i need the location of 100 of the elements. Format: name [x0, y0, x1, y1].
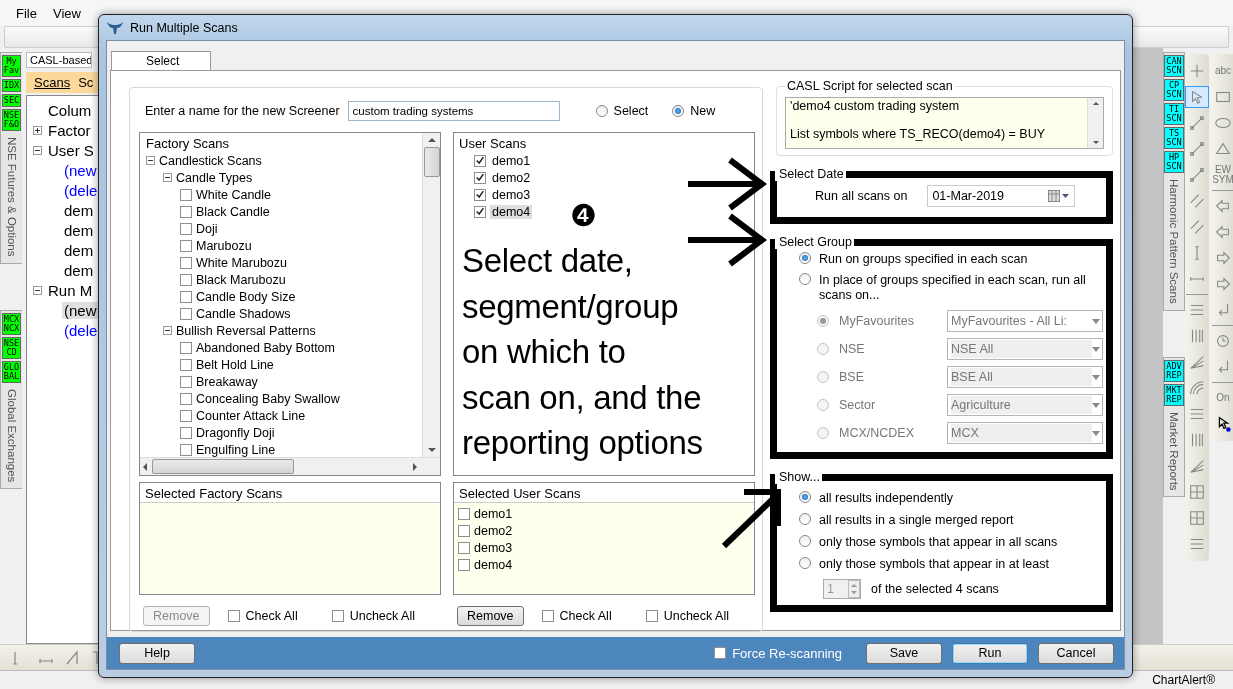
tree-item[interactable]: Belt Hold Line: [196, 357, 274, 372]
pointer-icon[interactable]: [1185, 86, 1209, 108]
side-tab[interactable]: ADV REP MKT REP Market Reports: [1163, 356, 1185, 498]
scroll-right-icon[interactable]: [410, 461, 420, 472]
radio-button[interactable]: [595, 105, 608, 117]
shortcut-badge[interactable]: GLOBAL: [1, 360, 22, 383]
scroll-down-icon[interactable]: [426, 445, 437, 455]
collapse-icon[interactable]: [163, 173, 172, 182]
tree-item[interactable]: (dele: [62, 181, 100, 199]
checkbox[interactable]: [180, 392, 192, 405]
side-tab[interactable]: CAN SCN CP SCN TI SCN TS SCN HP SCN Harmonic Pattern Scans: [1163, 52, 1185, 311]
radio-button[interactable]: [799, 491, 811, 503]
dialog-button[interactable]: Save: [866, 642, 942, 664]
checkbox[interactable]: [458, 558, 470, 571]
shortcut-badge[interactable]: MCX NCX: [1, 312, 22, 335]
shortcut-badge[interactable]: NSE F&O: [1, 109, 22, 131]
checkbox[interactable]: [180, 409, 192, 422]
shortcut-badge[interactable]: NSE CD: [1, 336, 22, 359]
list-item[interactable]: demo3: [474, 540, 513, 555]
tree-item[interactable]: Colum: [46, 101, 94, 119]
radio-button[interactable]: [799, 557, 811, 569]
checkbox[interactable]: [458, 507, 470, 520]
scroll-thumb[interactable]: [423, 147, 440, 177]
tree-item[interactable]: Candle Body Size: [196, 289, 296, 304]
tool-button[interactable]: EW SYM: [1211, 164, 1233, 186]
tree-item[interactable]: (new: [62, 301, 99, 319]
tree-item[interactable]: Abandoned Baby Bottom: [196, 340, 335, 355]
checkbox[interactable]: [180, 290, 192, 303]
tree-item[interactable]: Candlestick Scans: [159, 153, 262, 168]
tree-item[interactable]: Breakaway: [196, 374, 258, 389]
tree-item[interactable]: Doji: [196, 221, 218, 236]
tree-item[interactable]: Black Candle: [196, 204, 270, 219]
shortcut-badge[interactable]: TS SCN: [1164, 127, 1184, 149]
list-item[interactable]: demo1: [474, 506, 513, 521]
checkbox[interactable]: [180, 205, 192, 218]
scroll-up-icon[interactable]: [426, 135, 437, 145]
shortcut-badge[interactable]: CAN SCN: [1164, 55, 1184, 77]
radio-button[interactable]: [799, 252, 811, 264]
tree-item[interactable]: dem: [62, 241, 96, 259]
checkbox[interactable]: [180, 426, 192, 439]
radio-button[interactable]: [672, 105, 685, 117]
tree-item[interactable]: White Marubozu: [196, 255, 287, 270]
remove-button[interactable]: Remove: [457, 606, 524, 626]
shortcut-badge[interactable]: SEC: [1, 94, 22, 107]
tab[interactable]: Select: [111, 51, 211, 70]
tree-item[interactable]: Candle Types: [176, 170, 253, 185]
tree-item[interactable]: Factor: [46, 121, 93, 139]
side-tab[interactable]: MCX NCX NSE CD GLOBAL Global Exchanges: [0, 309, 22, 489]
shortcut-badge[interactable]: ADV REP: [1164, 359, 1184, 382]
checkbox[interactable]: [541, 610, 554, 622]
tree-item[interactable]: (new: [62, 161, 99, 179]
name-field[interactable]: custom trading systems: [347, 101, 560, 121]
checkbox[interactable]: [474, 205, 486, 218]
radio-button[interactable]: [799, 535, 811, 547]
calendar-icon[interactable]: [1048, 190, 1071, 202]
list-item[interactable]: demo4: [474, 557, 513, 572]
radio-button[interactable]: [799, 513, 811, 525]
dialog-button[interactable]: Cancel: [1038, 642, 1114, 664]
collapse-icon[interactable]: [146, 156, 155, 165]
list-item[interactable]: demo3: [490, 187, 533, 202]
tree-item[interactable]: (dele: [62, 321, 100, 339]
tree-item[interactable]: User S: [46, 141, 96, 159]
shortcut-badge[interactable]: IDX: [1, 79, 22, 92]
shortcut-badge[interactable]: My Fav: [1, 55, 22, 77]
tree-item[interactable]: Dragonfly Doji: [196, 425, 275, 440]
shortcut-badge[interactable]: TI SCN: [1164, 103, 1184, 125]
tree-item[interactable]: Counter Attack Line: [196, 408, 306, 423]
checkbox[interactable]: [180, 341, 192, 354]
menu-item[interactable]: File: [8, 5, 45, 21]
date-field[interactable]: 01-Mar-2019: [927, 185, 1076, 207]
panel-tab[interactable]: Sc: [78, 75, 94, 90]
tree-item[interactable]: Bullish Reversal Patterns: [176, 323, 316, 338]
tree-item[interactable]: Black Marubozu: [196, 272, 286, 287]
tool-button[interactable]: On: [1211, 387, 1233, 409]
checkbox[interactable]: [180, 443, 192, 456]
checkbox[interactable]: [180, 358, 192, 371]
tree-item[interactable]: Concealing Baby Swallow: [196, 391, 340, 406]
radio-button[interactable]: [799, 273, 811, 285]
checkbox[interactable]: [227, 610, 240, 622]
checkbox[interactable]: [458, 524, 470, 537]
panel-tab[interactable]: Scans: [34, 75, 71, 90]
tool-button[interactable]: abc: [1211, 60, 1233, 82]
checkbox[interactable]: [180, 307, 192, 320]
checkbox[interactable]: [180, 273, 192, 286]
checkbox[interactable]: [474, 188, 486, 201]
checkbox[interactable]: [331, 610, 344, 622]
collapse-icon[interactable]: [33, 285, 42, 295]
tree-item[interactable]: dem: [62, 261, 96, 279]
expand-icon[interactable]: [33, 125, 42, 135]
tree-item[interactable]: Marubozu: [196, 238, 252, 253]
checkbox[interactable]: [180, 239, 192, 252]
checkbox[interactable]: [645, 610, 658, 622]
shortcut-badge[interactable]: CP SCN: [1164, 79, 1184, 101]
checkbox[interactable]: [458, 541, 470, 554]
menu-item[interactable]: View: [44, 5, 89, 21]
checkbox[interactable]: [474, 154, 486, 167]
checkbox[interactable]: [180, 222, 192, 235]
shortcut-badge[interactable]: HP SCN: [1164, 151, 1184, 173]
tree-item[interactable]: Candle Shadows: [196, 306, 291, 321]
list-item[interactable]: demo2: [474, 523, 513, 538]
